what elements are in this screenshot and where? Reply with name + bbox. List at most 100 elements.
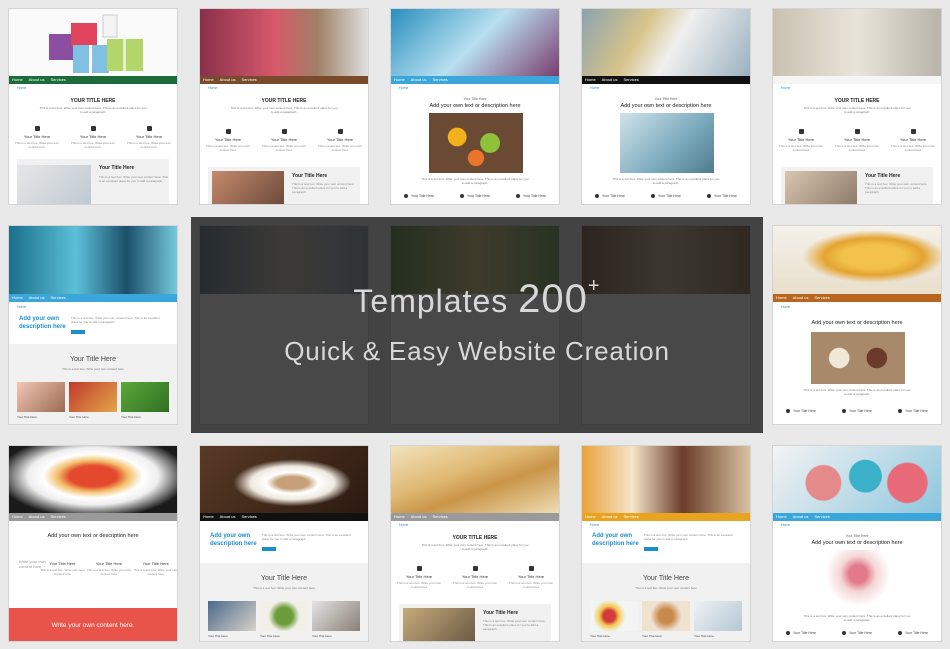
- office-image: [620, 113, 714, 173]
- feature-desc: This is a text box. Write your own conte…: [14, 141, 60, 149]
- template-nav: Home About us Services: [391, 513, 559, 521]
- template-nav: Home About us Services: [9, 76, 177, 84]
- caption: Your Title Here: [69, 415, 89, 419]
- nav-services: Services: [50, 295, 66, 300]
- template-hero-image: [9, 446, 177, 513]
- feature-title: Your Title Here: [601, 194, 626, 198]
- nav-about: About us: [219, 77, 236, 82]
- nav-home: Home: [585, 77, 596, 82]
- caption: Your Title Here: [694, 634, 714, 638]
- template-body: This is a text box. Write your own conte…: [421, 177, 529, 185]
- template-nav: Home About us Services: [582, 76, 750, 84]
- nav-home: Home: [203, 514, 214, 519]
- nav-services: Services: [50, 77, 66, 82]
- template-card-map[interactable]: Home About us Services Home Your Title H…: [581, 8, 751, 205]
- template-body: This is a text box. Write your own conte…: [262, 533, 351, 541]
- template-body: This is a text box. Write your own conte…: [803, 106, 911, 114]
- panel-title: Your Title Here: [865, 173, 901, 179]
- dot-icon: [706, 194, 711, 198]
- nav-about: About us: [410, 77, 427, 82]
- feature-title: Your Title Here: [904, 409, 929, 413]
- breadcrumb: Home: [399, 86, 409, 90]
- briefcase-icon: [416, 566, 422, 571]
- template-hero-image: [582, 446, 750, 513]
- template-card-diving[interactable]: Home About us Services Home Add your own…: [8, 225, 178, 425]
- bouquet-image: [811, 550, 905, 610]
- thumbnail-captions: Your Title Here Your Title Here Your Tit…: [590, 634, 742, 638]
- nav-home: Home: [776, 514, 787, 519]
- feature-title: Your Title Here: [214, 137, 242, 142]
- nav-home: Home: [12, 77, 23, 82]
- breadcrumb: Home: [781, 86, 791, 90]
- feature-row: Your Title Here This is a text box. Write…: [39, 561, 177, 576]
- feature-row: Your Title Here This is a text box. Write…: [9, 126, 177, 149]
- read-more-button[interactable]: [262, 547, 276, 551]
- feature-title: Your Title Here: [326, 137, 354, 142]
- mail-icon: [337, 129, 343, 134]
- template-hero-image: [9, 226, 177, 294]
- promo-overlay: Templates 200+ Quick & Easy Website Crea…: [191, 217, 763, 433]
- breadcrumb: Home: [590, 523, 600, 527]
- breadcrumb: Home: [590, 86, 600, 90]
- bottom-features: Your Title Here Your Title Here Your Tit…: [773, 631, 941, 635]
- gift-icon: [34, 126, 40, 131]
- read-more-button[interactable]: [644, 547, 658, 551]
- citrus-image: [429, 113, 523, 173]
- template-body: This is a text box. Write your own conte…: [71, 316, 160, 324]
- feature-desc: This is a text box. Write your own conte…: [396, 581, 442, 589]
- template-card-snacks[interactable]: Home About us Services Home Add your own…: [772, 225, 942, 425]
- nav-home: Home: [585, 514, 596, 519]
- template-card-gifts[interactable]: Home About us Services Home YOUR TITLE H…: [8, 8, 178, 205]
- template-card-snow[interactable]: Home About us Services Home Your Title H…: [390, 8, 560, 205]
- panel-title: Your Title Here: [69, 356, 117, 363]
- template-card-pizza[interactable]: Home About us Services Add your own text…: [8, 445, 178, 642]
- nav-services: Services: [432, 514, 448, 519]
- dot-icon: [897, 409, 902, 413]
- feature-desc: This is a text box. Write your own conte…: [508, 581, 554, 589]
- template-count: 200: [518, 277, 588, 321]
- user-icon: [854, 129, 860, 134]
- template-title: YOUR TITLE HERE: [261, 98, 307, 104]
- nav-about: About us: [601, 77, 618, 82]
- caption: Your Title Here: [642, 634, 662, 638]
- template-card-coffee[interactable]: Home About us Services Add your own desc…: [199, 445, 369, 642]
- template-title: Add your own text or description here: [429, 103, 521, 109]
- feature-title: Your Title Here: [843, 137, 871, 142]
- briefcase-icon: [225, 129, 231, 134]
- feature-desc: This is a text box. Write your own conte…: [40, 568, 85, 576]
- thumbnail-image: [312, 601, 360, 631]
- thumbnail-image: [642, 601, 690, 631]
- feature-panel: Your Title Here This is a text box. Writ…: [17, 159, 169, 204]
- template-card-macarons[interactable]: Home About us Services Home Your Title H…: [772, 445, 942, 642]
- feature-title: Your Title Here: [405, 574, 433, 579]
- feature-desc: This is a text box. Write your own conte…: [778, 144, 824, 152]
- nav-about: About us: [410, 514, 427, 519]
- nav-services: Services: [814, 295, 830, 300]
- feature-title: Your Title Here: [461, 574, 489, 579]
- read-more-button[interactable]: [71, 330, 85, 334]
- nav-home: Home: [776, 295, 787, 300]
- nav-home: Home: [394, 514, 405, 519]
- thumbnail-image: [208, 601, 256, 631]
- template-body: This is a text box. Write your own conte…: [612, 177, 720, 185]
- feature-title: Your Title Here: [713, 194, 738, 198]
- mail-icon: [146, 126, 152, 131]
- feature-title: Your Title Here: [657, 194, 682, 198]
- feature-desc: This is a text box. Write your own conte…: [126, 141, 172, 149]
- bottom-features: Your Title Here Your Title Here Your Tit…: [582, 194, 750, 198]
- template-card-desserts[interactable]: Home About us Services Home Add your own…: [581, 445, 751, 642]
- template-hero-image: [391, 446, 559, 513]
- nav-about: About us: [601, 514, 618, 519]
- thumbnail-row: [208, 601, 360, 631]
- bottom-features: Your Title Here Your Title Here Your Tit…: [391, 194, 559, 198]
- template-hero-image: [773, 226, 941, 294]
- template-nav: Home About us Services: [200, 76, 368, 84]
- template-card-family[interactable]: Home YOUR TITLE HERE This is a text box.…: [772, 8, 942, 205]
- template-card-climbing[interactable]: Home About us Services Home YOUR TITLE H…: [199, 8, 369, 205]
- panel-title: Your Title Here: [99, 165, 135, 171]
- template-card-bread[interactable]: Home About us Services Home YOUR TITLE H…: [390, 445, 560, 642]
- nav-home: Home: [394, 77, 405, 82]
- template-title: Add your own description here: [592, 533, 639, 547]
- nav-services: Services: [241, 77, 257, 82]
- panel-title: Your Title Here: [292, 173, 328, 179]
